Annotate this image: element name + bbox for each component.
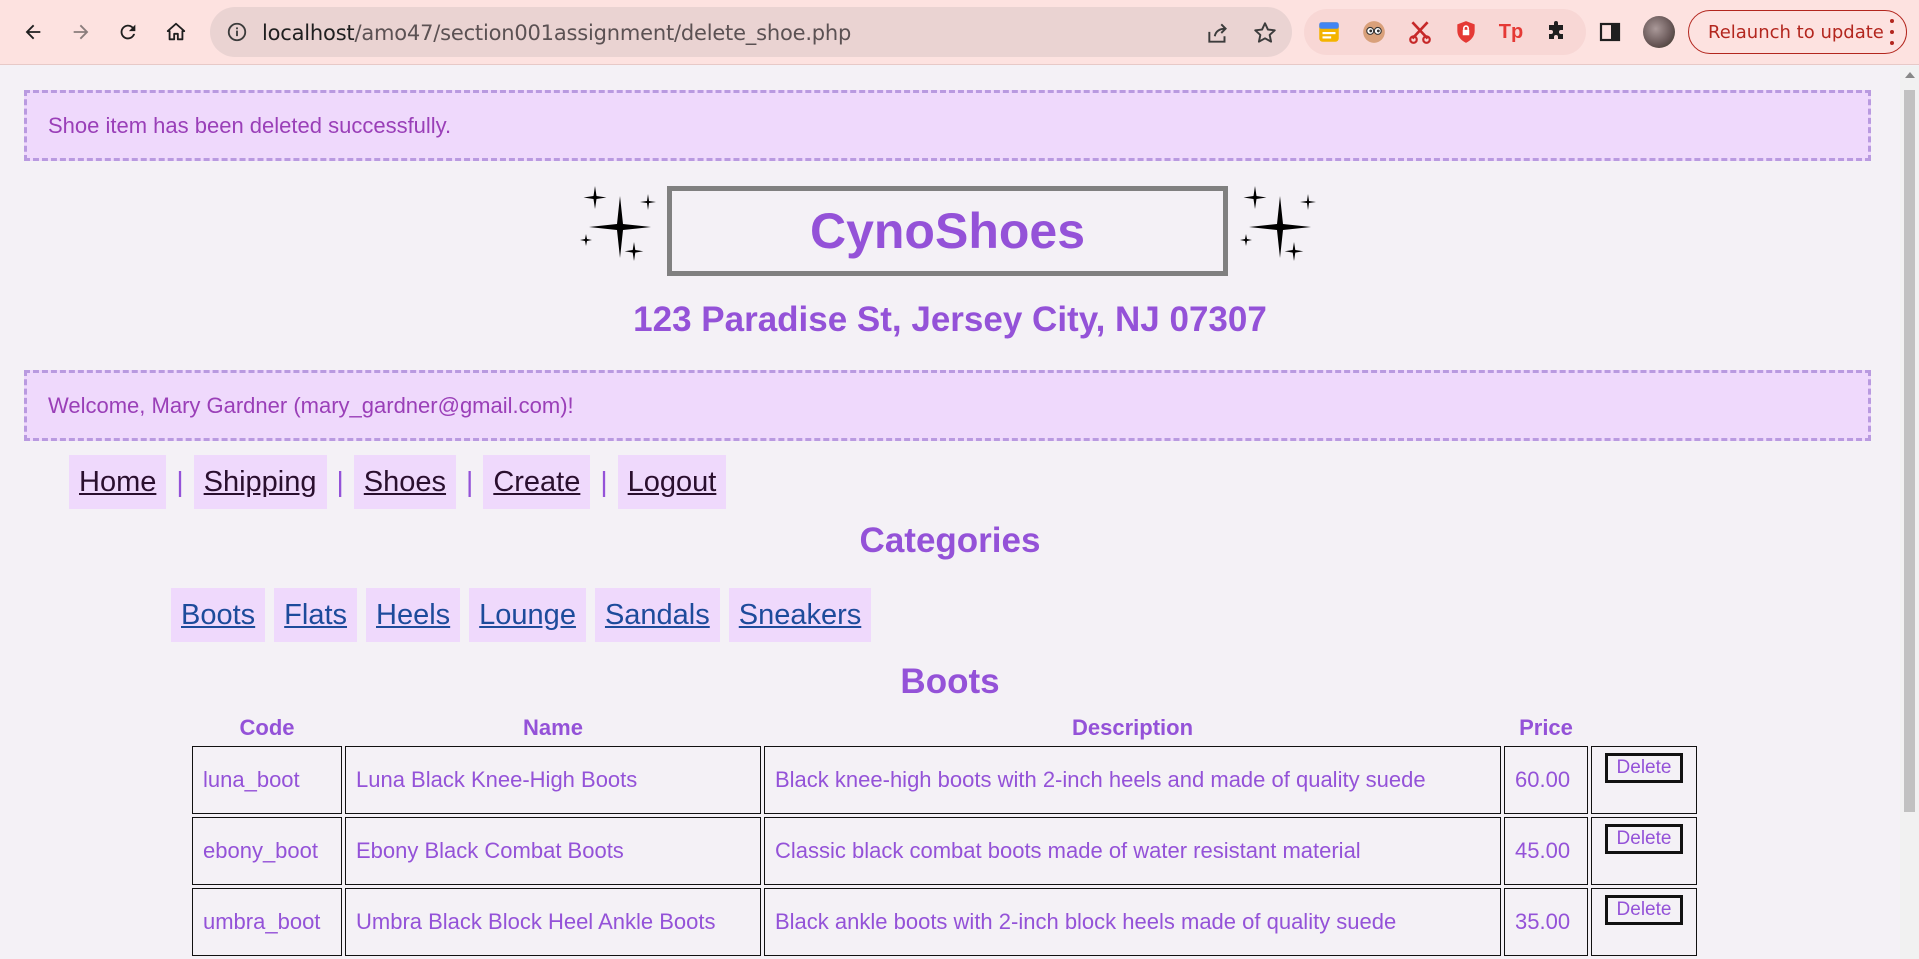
table-row: ebony_boot Ebony Black Combat Boots Clas… [192,817,1697,885]
table-row: umbra_boot Umbra Black Block Heel Ankle … [192,888,1697,956]
nav-shoes-link[interactable]: Shoes [353,455,457,509]
main-navigation: Home | Shipping | Shoes | Create | Logou… [69,455,727,509]
relaunch-button[interactable]: Relaunch to update [1688,10,1907,54]
site-info-icon[interactable] [226,21,248,43]
category-link-sneakers[interactable]: Sneakers [728,588,872,642]
reload-icon[interactable] [110,14,146,50]
extensions-bar: Tp [1304,9,1586,55]
cell-name: Umbra Black Block Heel Ankle Boots [345,888,761,956]
table-header-row: Code Name Description Price [192,713,1697,743]
cell-name: Luna Black Knee-High Boots [345,746,761,814]
delete-button[interactable]: Delete [1604,753,1684,783]
brand-logo-box: CynoShoes [667,186,1228,276]
shoes-table: Code Name Description Price luna_boot Lu… [189,710,1700,959]
address-bar[interactable]: localhost/amo47/section001assignment/del… [210,7,1292,57]
brand-name: CynoShoes [809,203,1086,259]
url-path: /amo47/section001assignment/delete_shoe.… [354,21,852,45]
relaunch-label: Relaunch to update [1708,21,1884,43]
url-text[interactable]: localhost/amo47/section001assignment/del… [262,21,851,45]
delete-button[interactable]: Delete [1604,824,1684,854]
category-heading: Boots [900,662,1000,701]
category-link-flats[interactable]: Flats [274,588,358,642]
shield-extension-icon[interactable] [1452,18,1480,46]
tp-extension-icon[interactable]: Tp [1497,18,1525,46]
store-address: 123 Paradise St, Jersey City, NJ 07307 [633,300,1267,339]
category-link-sandals[interactable]: Sandals [594,588,720,642]
browser-toolbar: localhost/amo47/section001assignment/del… [0,0,1919,65]
table-row: luna_boot Luna Black Knee-High Boots Bla… [192,746,1697,814]
cell-price: 60.00 [1504,746,1588,814]
cell-description: Black knee-high boots with 2-inch heels … [764,746,1501,814]
categories-heading: Categories [859,521,1041,560]
nav-home-link[interactable]: Home [69,455,167,509]
sparkle-left-icon [580,186,656,261]
cell-action: Delete [1591,746,1697,814]
profile-avatar[interactable] [1643,16,1675,48]
category-link-lounge[interactable]: Lounge [469,588,586,642]
extensions-puzzle-icon[interactable] [1543,18,1571,46]
cell-description: Black ankle boots with 2-inch block heel… [764,888,1501,956]
page-content: Shoe item has been deleted successfully.… [0,66,1900,959]
nav-separator: | [176,466,184,497]
category-link-heels[interactable]: Heels [366,588,461,642]
sparkle-right-icon [1240,186,1316,261]
nav-separator: | [466,466,474,497]
cell-description: Classic black combat boots made of water… [764,817,1501,885]
scissors-extension-icon[interactable] [1406,18,1434,46]
more-menu-icon[interactable] [1888,19,1896,45]
cell-action: Delete [1591,888,1697,956]
page-scrollbar[interactable] [1900,66,1919,959]
nav-shipping-link[interactable]: Shipping [193,455,327,509]
column-header-action [1591,713,1697,743]
success-message: Shoe item has been deleted successfully. [48,112,452,138]
delete-button[interactable]: Delete [1604,895,1684,925]
column-header-description: Description [1071,715,1194,740]
cell-code: ebony_boot [192,817,342,885]
cell-price: 45.00 [1504,817,1588,885]
side-panel-icon[interactable] [1598,20,1622,44]
welcome-message: Welcome, Mary Gardner (mary_gardner@gmai… [48,392,574,418]
column-header-name: Name [523,715,583,740]
cell-code: luna_boot [192,746,342,814]
scrollbar-thumb[interactable] [1904,90,1915,812]
column-header-price: Price [1519,715,1573,740]
success-notice: Shoe item has been deleted successfully. [24,90,1871,161]
eyes-extension-icon[interactable] [1360,18,1388,46]
cell-name: Ebony Black Combat Boots [345,817,761,885]
cell-code: umbra_boot [192,888,342,956]
cell-action: Delete [1591,817,1697,885]
notes-extension-icon[interactable] [1315,18,1343,46]
forward-icon[interactable] [63,14,99,50]
category-link-boots[interactable]: Boots [171,588,266,642]
nav-separator: | [336,466,344,497]
welcome-notice: Welcome, Mary Gardner (mary_gardner@gmai… [24,370,1871,441]
home-icon[interactable] [158,14,194,50]
category-navigation: Boots Flats Heels Lounge Sandals Sneaker… [171,588,880,642]
column-header-code: Code [239,715,295,740]
url-host: localhost [262,21,355,45]
bookmark-star-icon[interactable] [1252,20,1278,46]
nav-separator: | [600,466,608,497]
nav-logout-link[interactable]: Logout [617,455,727,509]
nav-create-link[interactable]: Create [483,455,591,509]
scroll-up-arrow-icon[interactable] [1905,72,1915,78]
back-icon[interactable] [15,14,51,50]
cell-price: 35.00 [1504,888,1588,956]
share-icon[interactable] [1205,20,1231,46]
